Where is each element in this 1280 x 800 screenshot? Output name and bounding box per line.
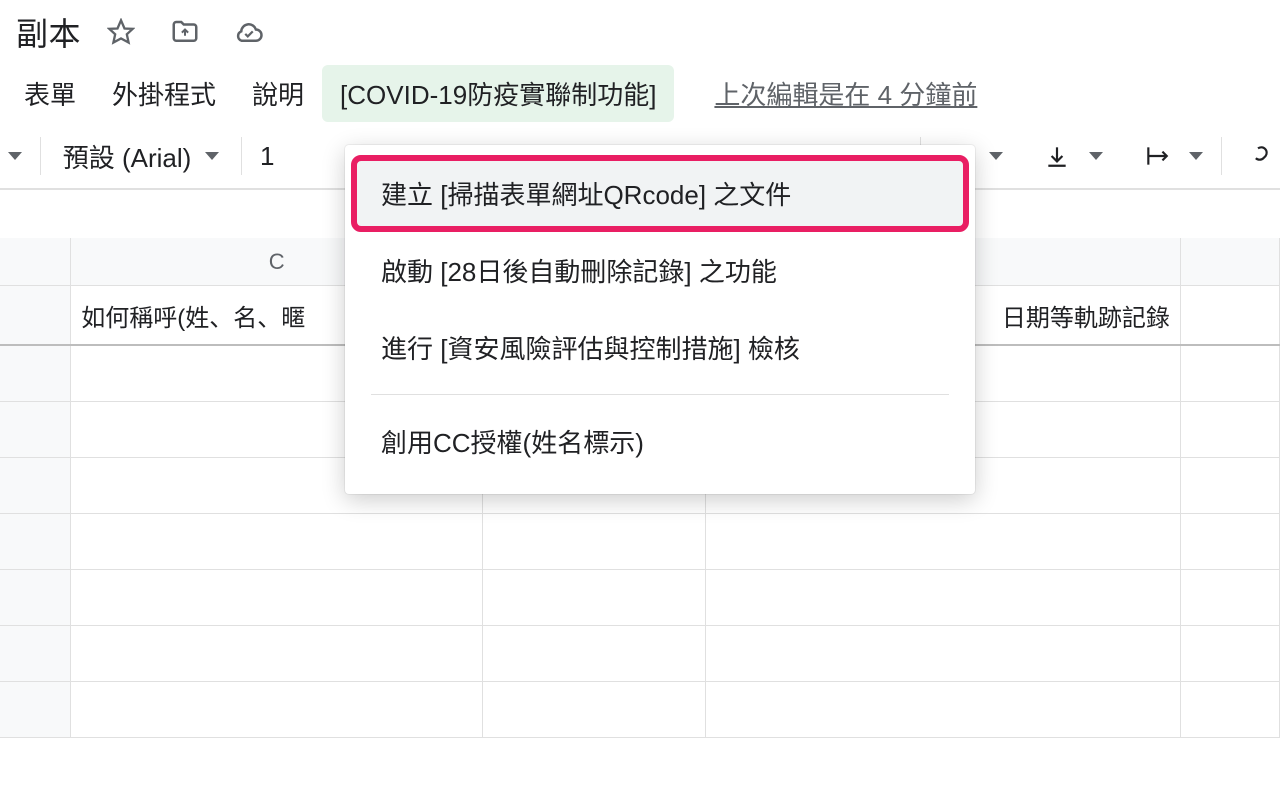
cell[interactable] <box>1181 458 1280 513</box>
table-row <box>0 682 1280 738</box>
column-header-f[interactable] <box>1181 238 1280 285</box>
cell[interactable] <box>71 682 483 737</box>
cell[interactable] <box>71 570 483 625</box>
font-family-label: 預設 (Arial) <box>63 138 192 175</box>
cell[interactable] <box>483 626 706 681</box>
header-c: 如何稱呼(姓、名、暱 <box>81 298 305 333</box>
text-overflow-icon <box>1139 138 1175 174</box>
header-right: 日期等軌跡記錄 <box>1002 298 1170 333</box>
cell[interactable] <box>1181 402 1280 457</box>
star-icon[interactable] <box>101 12 141 52</box>
row-header[interactable] <box>0 286 71 344</box>
cloud-saved-icon[interactable] <box>229 12 269 52</box>
dropdown-item-security-review[interactable]: 進行 [資安風險評估與控制措施] 檢核 <box>345 309 975 386</box>
move-folder-icon[interactable] <box>165 12 205 52</box>
cell[interactable] <box>1181 570 1280 625</box>
cell[interactable] <box>706 570 1181 625</box>
cell[interactable] <box>1181 682 1280 737</box>
cell[interactable] <box>71 626 483 681</box>
cell[interactable] <box>483 570 706 625</box>
vertical-align-button[interactable] <box>1021 124 1121 188</box>
menubar: 表單 外掛程式 說明 [COVID-19防疫實聯制功能] 上次編輯是在 4 分鐘… <box>0 64 1280 124</box>
row-header[interactable] <box>0 402 71 457</box>
last-edit-link[interactable]: 上次編輯是在 4 分鐘前 <box>694 65 997 122</box>
toolbar-leading-dropdown[interactable] <box>0 124 40 188</box>
dropdown-separator <box>371 394 949 395</box>
cell[interactable] <box>1181 286 1280 344</box>
link-icon <box>1240 138 1276 174</box>
table-row <box>0 626 1280 682</box>
font-size-selector[interactable]: 1 <box>242 124 292 188</box>
row-header[interactable] <box>0 346 71 401</box>
vertical-align-bottom-icon <box>1039 138 1075 174</box>
chevron-down-icon <box>205 152 219 160</box>
dropdown-item-create-qrcode-doc[interactable]: 建立 [掃描表單網址QRcode] 之文件 <box>351 155 969 232</box>
select-all-corner[interactable] <box>0 238 71 285</box>
cell[interactable] <box>1181 626 1280 681</box>
cell[interactable] <box>1181 346 1280 401</box>
dropdown-item-cc-license[interactable]: 創用CC授權(姓名標示) <box>345 403 975 480</box>
chevron-down-icon <box>989 152 1003 160</box>
font-size-value: 1 <box>260 141 274 172</box>
cell[interactable] <box>483 514 706 569</box>
addon-dropdown-menu: 建立 [掃描表單網址QRcode] 之文件 啟動 [28日後自動刪除記錄] 之功… <box>345 145 975 494</box>
table-row <box>0 514 1280 570</box>
menu-help[interactable]: 說明 <box>234 65 322 122</box>
cell[interactable] <box>706 514 1181 569</box>
chevron-down-icon <box>8 152 22 160</box>
cell[interactable] <box>706 626 1181 681</box>
cell[interactable] <box>71 514 483 569</box>
titlebar: 副本 <box>0 0 1280 64</box>
table-row <box>0 570 1280 626</box>
cell[interactable] <box>1181 514 1280 569</box>
dropdown-item-auto-delete-28d[interactable]: 啟動 [28日後自動刪除記錄] 之功能 <box>345 232 975 309</box>
row-header[interactable] <box>0 570 71 625</box>
row-header[interactable] <box>0 458 71 513</box>
menu-covid-addon[interactable]: [COVID-19防疫實聯制功能] <box>322 65 674 122</box>
cell[interactable] <box>706 682 1181 737</box>
text-wrap-button[interactable] <box>1121 124 1221 188</box>
document-title[interactable]: 副本 <box>8 9 89 55</box>
toolbar-trailing-button[interactable] <box>1222 124 1280 188</box>
chevron-down-icon <box>1189 152 1203 160</box>
menu-form[interactable]: 表單 <box>6 65 94 122</box>
font-family-selector[interactable]: 預設 (Arial) <box>41 124 241 188</box>
menu-extensions[interactable]: 外掛程式 <box>94 65 234 122</box>
chevron-down-icon <box>1089 152 1103 160</box>
cell[interactable] <box>483 682 706 737</box>
row-header[interactable] <box>0 626 71 681</box>
row-header[interactable] <box>0 682 71 737</box>
row-header[interactable] <box>0 514 71 569</box>
